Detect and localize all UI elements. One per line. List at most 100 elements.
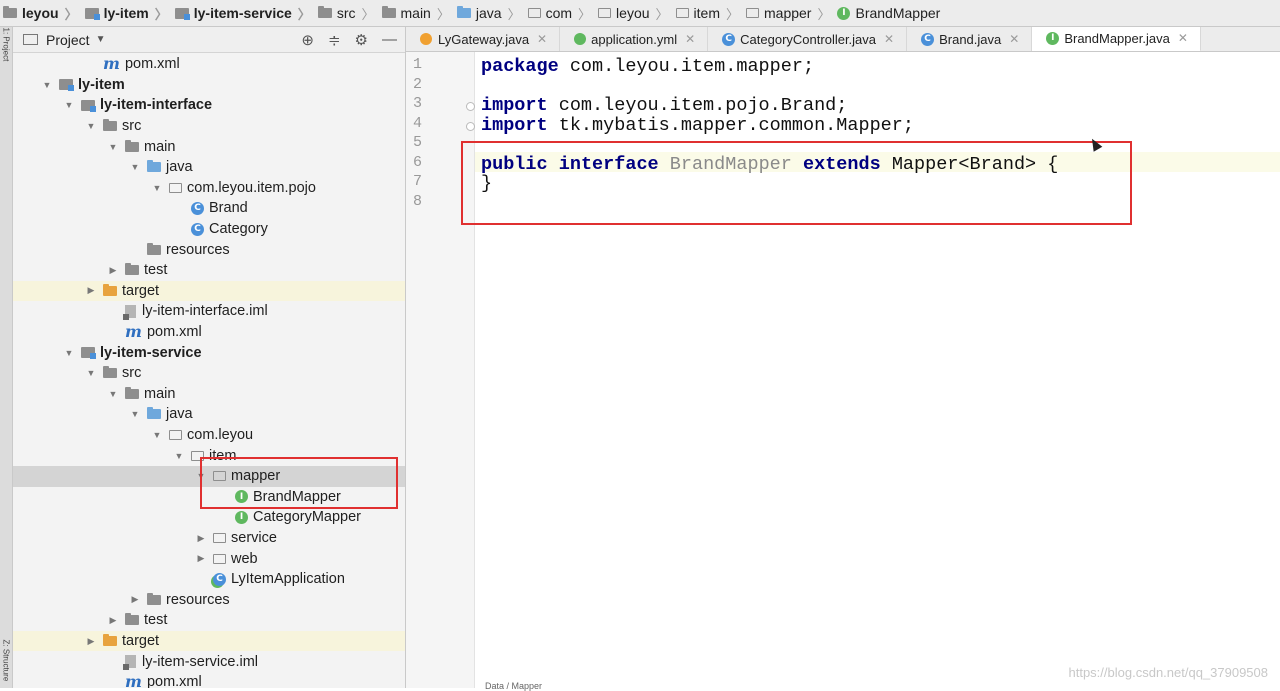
tree-item[interactable]: ▶resources [13, 590, 405, 611]
editor-tab[interactable]: C CategoryController.java ✕ [708, 27, 908, 51]
expand-arrow-icon[interactable]: ▼ [85, 368, 97, 378]
expand-arrow-icon[interactable]: ▼ [173, 451, 185, 461]
tree-item[interactable]: ▶CLyItemApplication [13, 569, 405, 590]
editor-tab[interactable]: LyGateway.java ✕ [406, 27, 561, 51]
tree-item[interactable]: ▶ service [13, 528, 405, 549]
expand-arrow-icon[interactable]: ▼ [63, 348, 75, 358]
breadcrumb-item[interactable]: java 〉 [454, 4, 525, 23]
editor-tab[interactable]: application.yml ✕ [560, 27, 709, 51]
tree-item[interactable]: ▼ main [13, 384, 405, 405]
tree-item[interactable]: ▼ item [13, 445, 405, 466]
tree-item[interactable]: ▶ test [13, 610, 405, 631]
close-icon[interactable]: ✕ [537, 32, 547, 46]
tree-item[interactable]: ▶ target [13, 280, 405, 302]
hide-panel-icon[interactable]: — [382, 31, 397, 48]
breadcrumb-item[interactable]: item 〉 [673, 4, 743, 23]
line-number: 6 [412, 153, 422, 171]
collapse-arrow-icon[interactable]: ▶ [107, 615, 119, 626]
code-line[interactable]: public interface BrandMapper extends Map… [481, 154, 1058, 175]
source-folder-icon [147, 160, 161, 173]
tree-item-label: pom.xml [146, 674, 202, 688]
tree-item[interactable]: ▼ java [13, 404, 405, 425]
code-line[interactable]: import tk.mybatis.mapper.common.Mapper; [481, 115, 914, 136]
tree-item[interactable]: ▼ ly-item [13, 75, 405, 96]
close-icon[interactable]: ✕ [685, 32, 695, 46]
expand-arrow-icon[interactable]: ▼ [63, 100, 75, 110]
tree-item[interactable]: ▼ mapper [13, 466, 405, 487]
expand-arrow-icon[interactable]: ▼ [107, 142, 119, 152]
tree-item[interactable]: ▼ java [13, 157, 405, 178]
breadcrumb-item[interactable]: mapper 〉 [743, 4, 834, 23]
code-editor[interactable]: 1 2 3 4 5 6 7 8 package com.leyou.item.mapper; i… [406, 52, 1280, 688]
project-tool-button[interactable]: 1: Project [2, 28, 11, 72]
breadcrumb-separator-icon: 〉 [507, 6, 521, 22]
tree-item[interactable]: ▼ ly-item-interface [13, 95, 405, 116]
breadcrumb-item[interactable]: com 〉 [525, 4, 595, 23]
breadcrumb-label: leyou [616, 5, 650, 21]
expand-arrow-icon[interactable]: ▼ [85, 121, 97, 131]
collapse-arrow-icon[interactable]: ▶ [195, 533, 207, 544]
breadcrumb-item[interactable]: leyou 〉 [0, 4, 82, 23]
editor-tab[interactable]: C Brand.java ✕ [907, 27, 1033, 51]
tree-item[interactable]: ▼ com.leyou [13, 425, 405, 446]
tree-item[interactable]: ▶ test [13, 260, 405, 281]
tree-item[interactable]: ▶ICategoryMapper [13, 507, 405, 528]
breadcrumb-item[interactable]: main 〉 [379, 4, 454, 23]
chevron-down-icon[interactable]: ▼ [96, 34, 106, 45]
expand-arrow-icon[interactable]: ▼ [151, 183, 163, 193]
source-folder-icon [147, 407, 161, 420]
code-line[interactable]: import com.leyou.item.pojo.Brand; [481, 95, 847, 116]
tab-label: CategoryController.java [740, 31, 877, 47]
tree-item-label: target [122, 282, 160, 299]
tree-item-label: com.leyou.item.pojo [187, 179, 316, 196]
expand-arrow-icon[interactable]: ▼ [107, 389, 119, 399]
tree-item[interactable]: ▶CCategory [13, 219, 405, 240]
expand-arrow-icon[interactable]: ▼ [129, 162, 141, 172]
breadcrumb-item[interactable]: ly-item-service 〉 [172, 4, 315, 23]
tree-item[interactable]: ▼ main [13, 136, 405, 157]
folder-icon [317, 6, 332, 18]
breadcrumb-item[interactable]: ly-item 〉 [82, 4, 172, 23]
expand-arrow-icon[interactable]: ▼ [41, 80, 53, 90]
tree-item[interactable]: ▼ com.leyou.item.pojo [13, 178, 405, 199]
expand-arrow-icon[interactable]: ▼ [151, 430, 163, 440]
editor-tab[interactable]: I BrandMapper.java ✕ [1032, 27, 1201, 51]
expand-arrow-icon[interactable]: ▼ [129, 409, 141, 419]
tree-item[interactable]: ▶IBrandMapper [13, 487, 405, 508]
tree-item[interactable]: ▶CBrand [13, 198, 405, 219]
tree-item[interactable]: ▶mpom.xml [13, 672, 405, 688]
fold-marker-icon[interactable] [466, 121, 475, 131]
tree-item[interactable]: ▼ src [13, 116, 405, 137]
breadcrumb-item[interactable]: src 〉 [315, 4, 379, 23]
collapse-arrow-icon[interactable]: ▶ [107, 265, 119, 276]
tree-item-label: ly-item-service.iml [142, 653, 258, 670]
collapse-arrow-icon[interactable]: ▶ [85, 636, 97, 647]
collapse-arrow-icon[interactable]: ▶ [85, 285, 97, 296]
tree-item[interactable]: ▶ target [13, 630, 405, 652]
tree-item[interactable]: ▶resources [13, 239, 405, 260]
expand-arrow-icon[interactable]: ▼ [195, 471, 207, 481]
close-icon[interactable]: ✕ [1178, 31, 1188, 45]
tree-item[interactable]: ▶mpom.xml [13, 322, 405, 343]
breadcrumb-separator-icon: 〉 [297, 6, 311, 22]
code-line[interactable]: } [481, 173, 492, 194]
close-icon[interactable]: ✕ [1009, 32, 1019, 46]
tree-item[interactable]: ▶ly-item-service.iml [13, 651, 405, 672]
gear-icon[interactable]: ⚙ [355, 31, 368, 49]
tree-item[interactable]: ▶mpom.xml [13, 54, 405, 75]
tree-item[interactable]: ▼ src [13, 363, 405, 384]
code-line[interactable]: package com.leyou.item.mapper; [481, 56, 814, 77]
collapse-arrow-icon[interactable]: ▶ [195, 553, 207, 564]
breadcrumb-item[interactable]: I BrandMapper [834, 5, 944, 21]
locate-icon[interactable]: ⊕ [301, 31, 314, 49]
project-view-selector[interactable]: Project [46, 32, 90, 48]
tree-item[interactable]: ▶ web [13, 548, 405, 569]
breadcrumb-item[interactable]: leyou 〉 [595, 4, 672, 23]
close-icon[interactable]: ✕ [884, 32, 894, 46]
collapse-all-icon[interactable]: ≑ [328, 31, 341, 49]
collapse-arrow-icon[interactable]: ▶ [129, 594, 141, 605]
fold-marker-icon[interactable] [466, 102, 475, 111]
tree-item[interactable]: ▼ ly-item-service [13, 342, 405, 363]
tree-item[interactable]: ▶ly-item-interface.iml [13, 301, 405, 322]
structure-tool-button[interactable]: Z: Structure [2, 640, 11, 684]
